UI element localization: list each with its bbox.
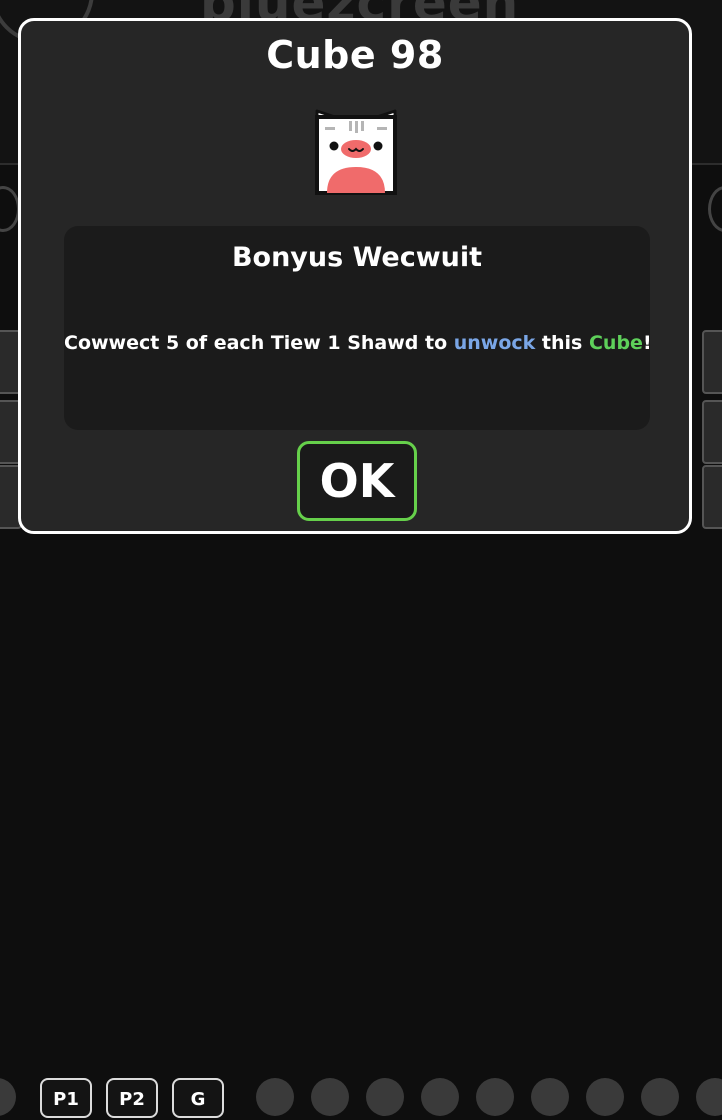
dialog-title: Cube 98: [266, 33, 444, 77]
desc-suffix: !: [642, 332, 652, 354]
background-tile[interactable]: [702, 465, 722, 529]
desc-mid: this: [535, 332, 589, 354]
reward-heading: Bonyus Wecwuit: [231, 242, 483, 273]
bottom-bar: P1 P2 G: [0, 536, 722, 1118]
bottom-slot[interactable]: [366, 1078, 404, 1116]
bottom-slot[interactable]: [531, 1078, 569, 1116]
bottom-slot[interactable]: [476, 1078, 514, 1116]
bottom-slot[interactable]: [641, 1078, 679, 1116]
desc-cube-keyword: Cube: [588, 332, 643, 354]
ok-button[interactable]: OK: [297, 441, 417, 521]
bottom-slot[interactable]: [586, 1078, 624, 1116]
bottom-slot[interactable]: [256, 1078, 294, 1116]
cube-info-dialog: Cube 98 Bonyus Wecwuit Cowwect 5 of each…: [18, 18, 692, 534]
bottom-slot[interactable]: [0, 1078, 16, 1116]
page-p1-button[interactable]: P1: [40, 1078, 92, 1118]
reward-info-panel: Bonyus Wecwuit Cowwect 5 of each Tiew 1 …: [64, 226, 652, 430]
background-left-button[interactable]: [0, 186, 20, 232]
bottom-slot[interactable]: [311, 1078, 349, 1116]
background-right-button[interactable]: [708, 186, 722, 232]
background-tile[interactable]: [702, 330, 722, 394]
page-g-button[interactable]: G: [172, 1078, 224, 1118]
bottom-slot[interactable]: [696, 1078, 722, 1116]
white-cat-cube-icon: [315, 109, 397, 195]
desc-prefix: Cowwect 5 of each Tiew 1 Shawd to: [64, 332, 454, 354]
bottom-slot[interactable]: [421, 1078, 459, 1116]
background-tile[interactable]: [702, 400, 722, 464]
desc-unlock-keyword: unwock: [453, 332, 536, 354]
page-p2-button[interactable]: P2: [106, 1078, 158, 1118]
reward-description: Cowwect 5 of each Tiew 1 Shawd to unwock…: [64, 332, 652, 354]
